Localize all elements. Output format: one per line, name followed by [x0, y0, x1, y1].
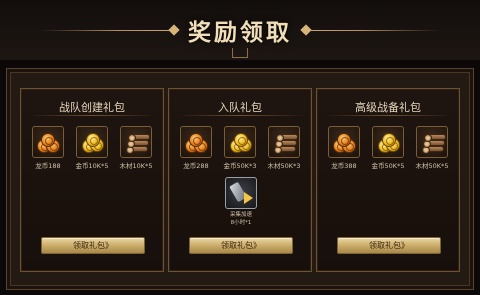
card-divider — [177, 115, 305, 116]
reward-item-dragon-coin: 龙币388 — [326, 126, 362, 170]
wood-logs-icon — [268, 126, 300, 158]
claim-gift-button[interactable]: 领取礼包》 — [337, 237, 441, 254]
reward-items: 龙币188 金币10K*5 木材10K*5 — [21, 126, 163, 170]
item-label-line2: 8小时*1 — [230, 220, 252, 226]
card-divider — [29, 115, 157, 116]
claim-gift-button[interactable]: 领取礼包》 — [41, 237, 145, 254]
reward-items: 龙币388 金币50K*5 木材50K*5 — [317, 126, 459, 170]
title-diamond-icon-left — [168, 24, 180, 36]
item-label-line1: 采集加速 — [229, 212, 252, 218]
speedup-item-icon — [225, 177, 257, 209]
item-label: 木材50K*3 — [267, 162, 301, 170]
gold-coin-icon — [372, 126, 404, 158]
title-ornament-bracket — [232, 48, 248, 58]
reward-item-dragon-coin: 龙币288 — [178, 126, 214, 170]
card-title: 高级战备礼包 — [355, 101, 421, 114]
gift-card-team-create: 战队创建礼包 龙币188 金币10K*5 木材10K*5 领取礼包》 — [20, 88, 164, 272]
reward-items: 龙币288 金币50K*3 木材50K*3 — [169, 126, 311, 170]
card-title: 战队创建礼包 — [59, 101, 125, 114]
item-label: 龙币188 — [35, 162, 61, 170]
page-title: 奖励领取 — [188, 20, 292, 46]
dragon-coin-icon — [180, 126, 212, 158]
reward-item-gold-coin: 金币10K*5 — [74, 126, 110, 170]
title-ornament-line-right — [310, 30, 440, 31]
header: 奖励领取 — [0, 10, 480, 58]
item-label: 金币50K*5 — [371, 162, 405, 170]
claim-gift-button[interactable]: 领取礼包》 — [189, 237, 293, 254]
wood-logs-icon — [416, 126, 448, 158]
title-ornament-line-left — [40, 30, 170, 31]
gold-coin-icon — [224, 126, 256, 158]
gold-coin-icon — [76, 126, 108, 158]
item-label: 木材10K*5 — [119, 162, 153, 170]
item-label: 龙币388 — [331, 162, 357, 170]
dragon-coin-icon — [32, 126, 64, 158]
reward-item-dragon-coin: 龙币188 — [30, 126, 66, 170]
gift-card-join-team: 入队礼包 龙币288 金币50K*3 木材50K*3 采集加速 8小时*1 领取… — [168, 88, 312, 272]
item-label: 金币10K*5 — [75, 162, 109, 170]
dragon-coin-icon — [328, 126, 360, 158]
reward-item-wood: 木材50K*3 — [266, 126, 302, 170]
card-divider — [325, 115, 453, 116]
item-label: 木材50K*5 — [415, 162, 449, 170]
wood-logs-icon — [120, 126, 152, 158]
reward-item-speedup: 采集加速 8小时*1 — [223, 177, 259, 227]
reward-item-wood: 木材50K*5 — [414, 126, 450, 170]
gift-card-advanced-prep: 高级战备礼包 龙币388 金币50K*5 木材50K*5 领取礼包》 — [316, 88, 460, 272]
reward-item-wood: 木材10K*5 — [118, 126, 154, 170]
item-label: 金币50K*3 — [223, 162, 257, 170]
item-label: 采集加速 8小时*1 — [230, 211, 252, 227]
reward-item-gold-coin: 金币50K*3 — [222, 126, 258, 170]
card-title: 入队礼包 — [218, 101, 262, 114]
item-label: 龙币288 — [183, 162, 209, 170]
reward-item-gold-coin: 金币50K*5 — [370, 126, 406, 170]
